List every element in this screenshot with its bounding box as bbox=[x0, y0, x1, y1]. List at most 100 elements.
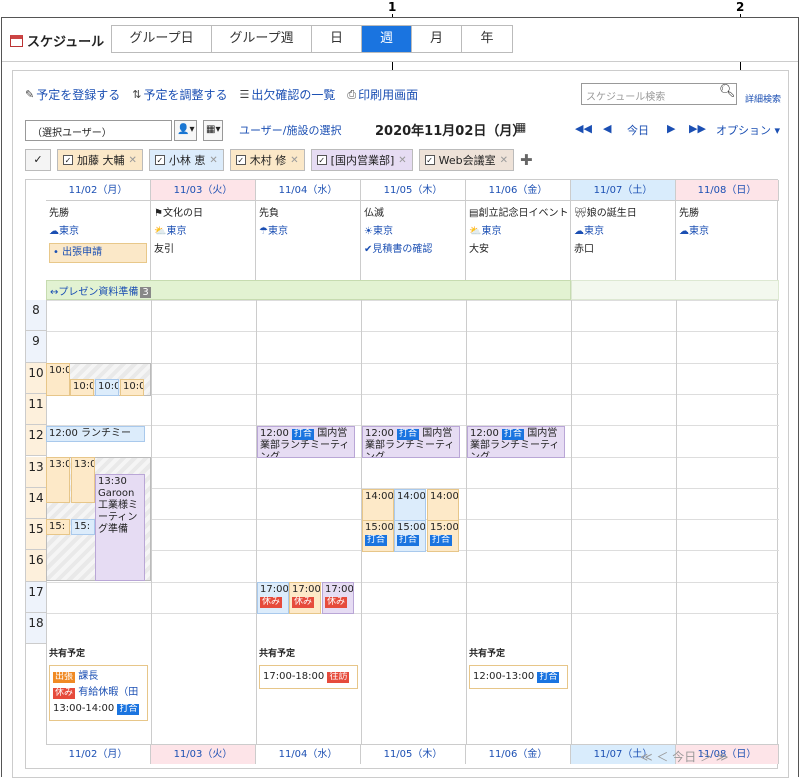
event-dept-lunch[interactable]: 12:00 打合 国内営業部ランチミーティング bbox=[257, 426, 355, 458]
rokuyo-label: 仏滅 bbox=[364, 208, 384, 219]
shared-box[interactable]: 出張 課長 休み 有給休暇（田 13:00-14:00 打合 bbox=[49, 665, 148, 721]
search-icon[interactable]: 🔍︎ bbox=[719, 84, 736, 99]
tab-day[interactable]: 日 bbox=[312, 26, 362, 52]
checkbox-icon[interactable]: ✓ bbox=[63, 155, 73, 165]
attendance-link[interactable]: ☰ 出欠確認の一覧 bbox=[239, 86, 335, 103]
tab-year[interactable]: 年 bbox=[462, 26, 512, 52]
shared-box[interactable]: 12:00-13:00 打合 bbox=[469, 665, 568, 689]
checkbox-icon[interactable]: ✓ bbox=[316, 155, 327, 165]
event-block[interactable]: 14:00 bbox=[427, 489, 459, 521]
event-lunch[interactable]: 12:00 ランチミー bbox=[46, 426, 145, 442]
app-frame: スケジュール グループ日 グループ週 日 週 月 年 ✎ 予定を登録する ⇅ 予定を… bbox=[1, 17, 799, 778]
anniversary-entry: 🎀︎娘の誕生日 bbox=[574, 208, 637, 219]
next-day-icon[interactable]: ▶ bbox=[667, 122, 675, 135]
chip-user-3[interactable]: ✓ 木村 修 ✕ bbox=[229, 149, 305, 171]
day-header[interactable]: 11/08（日） bbox=[676, 180, 779, 201]
day-header[interactable]: 11/05（木） bbox=[361, 180, 466, 201]
tab-group-day[interactable]: グループ日 bbox=[112, 26, 212, 52]
event-block[interactable]: 13:00 bbox=[46, 457, 70, 503]
close-icon[interactable]: ✕ bbox=[209, 155, 217, 166]
shared-box[interactable]: 17:00-18:00 往訪 bbox=[259, 665, 358, 689]
day-footer[interactable]: 11/03（火） bbox=[151, 744, 256, 764]
edit-icon: ✎ bbox=[25, 88, 35, 101]
adjust-icon: ⇅ bbox=[132, 88, 142, 101]
pager[interactable]: ≪ ＜ 今日 ＞ ≫ bbox=[640, 748, 728, 765]
tab-week[interactable]: 週 bbox=[362, 26, 412, 52]
event-block[interactable]: 15: bbox=[71, 519, 95, 535]
allday-cell[interactable]: 仏滅 ☀東京 ✔見積書の確認 bbox=[361, 201, 466, 280]
day-header[interactable]: 11/07（土） bbox=[571, 180, 676, 201]
day-footer[interactable]: 11/04（水） bbox=[256, 744, 361, 764]
check-all-button[interactable]: ✓ bbox=[25, 149, 51, 171]
day-header[interactable]: 11/06（金） bbox=[466, 180, 571, 201]
checkbox-icon[interactable]: ✓ bbox=[235, 155, 246, 165]
multi-day-event[interactable]: ↔プレゼン資料準備 3 bbox=[46, 280, 571, 300]
close-icon[interactable]: ✕ bbox=[398, 155, 406, 166]
chip-facility[interactable]: ✓ Web会議室 ✕ bbox=[418, 149, 515, 171]
action-toolbar: ✎ 予定を登録する ⇅ 予定を調整する ☰ 出欠確認の一覧 ⎙ 印刷用画面 bbox=[25, 86, 418, 103]
event-block[interactable]: 13:00 bbox=[71, 457, 95, 503]
event-dept-lunch[interactable]: 12:00 打合 国内営業部ランチミーティング bbox=[467, 426, 565, 458]
event-estimate[interactable]: ✔見積書の確認 bbox=[364, 241, 462, 259]
allday-cell[interactable]: 先勝 ☁東京 bbox=[676, 201, 779, 280]
close-icon[interactable]: ✕ bbox=[290, 155, 298, 166]
print-link[interactable]: ⎙ 印刷用画面 bbox=[347, 86, 418, 103]
register-link[interactable]: ✎ 予定を登録する bbox=[25, 86, 120, 103]
tab-month[interactable]: 月 bbox=[412, 26, 462, 52]
event-block[interactable]: 15: bbox=[46, 519, 70, 535]
event-block[interactable]: 15:00 打合 bbox=[427, 520, 459, 552]
event-block[interactable]: 15:00 打合 bbox=[362, 520, 394, 552]
rokuyo-label: 赤口 bbox=[574, 244, 594, 255]
event-block[interactable]: 10:00 bbox=[70, 379, 94, 396]
today-button[interactable]: 今日 bbox=[627, 122, 649, 138]
weather-entry: ☁東京 bbox=[574, 226, 604, 237]
user-picker-icon[interactable]: 👤▾ bbox=[174, 120, 198, 141]
event-aroon-prep[interactable]: 13:30 Garoon工業様ミーティング準備 bbox=[95, 474, 145, 581]
hour-line bbox=[46, 331, 779, 333]
event-block[interactable]: 10:00 bbox=[120, 379, 144, 396]
event-block[interactable]: 15:00 打合 bbox=[394, 520, 426, 552]
prev-day-icon[interactable]: ◀ bbox=[603, 122, 611, 135]
event-block[interactable]: 10:00 bbox=[46, 363, 70, 396]
detail-search-link[interactable]: 詳細検索 bbox=[745, 92, 781, 105]
close-icon[interactable]: ✕ bbox=[500, 155, 508, 166]
adjust-link[interactable]: ⇅ 予定を調整する bbox=[132, 86, 227, 103]
event-block[interactable]: 17:00 休み bbox=[289, 582, 321, 614]
day-header[interactable]: 11/03（火） bbox=[151, 180, 256, 201]
hour-label: 15 bbox=[26, 519, 46, 551]
facility-picker-icon[interactable]: ▦▾ bbox=[203, 120, 224, 141]
checkbox-icon[interactable]: ✓ bbox=[424, 155, 435, 165]
prev-week-icon[interactable]: ◀◀ bbox=[575, 122, 592, 135]
day-footer[interactable]: 11/02（月） bbox=[46, 744, 151, 764]
chip-user-2[interactable]: ✓ 小林 恵 ✕ bbox=[148, 149, 224, 171]
allday-cell[interactable]: ⚑文化の日 ⛅東京 友引 bbox=[151, 201, 256, 280]
close-icon[interactable]: ✕ bbox=[129, 155, 137, 166]
schedule-search-input[interactable]: スケジュール検索 bbox=[581, 83, 737, 105]
checkbox-icon[interactable]: ✓ bbox=[154, 155, 165, 165]
weather-entry: ☂東京 bbox=[259, 226, 288, 237]
calendar-picker-icon[interactable]: ▦ bbox=[515, 120, 526, 134]
allday-cell[interactable]: 先負 ☂東京 bbox=[256, 201, 361, 280]
event-block[interactable]: 17:00 休み bbox=[257, 582, 289, 614]
event-block[interactable]: 10:00 bbox=[95, 379, 119, 396]
event-dept-lunch[interactable]: 12:00 打合 国内営業部ランチミーティング bbox=[362, 426, 460, 458]
event-block[interactable]: 14:00 bbox=[394, 489, 426, 521]
chip-org[interactable]: ✓ [国内営業部] ✕ bbox=[310, 149, 413, 171]
event-block[interactable]: 14:00 bbox=[362, 489, 394, 521]
add-icon[interactable]: ✚ bbox=[520, 151, 533, 169]
allday-cell[interactable]: ▤創立記念日イベント ⛅東京 大安 bbox=[466, 201, 571, 280]
event-trip-request[interactable]: • 出張申請 bbox=[49, 243, 147, 263]
day-footer[interactable]: 11/06（金） bbox=[466, 744, 571, 764]
allday-cell[interactable]: 先勝 ☁東京 • 出張申請 bbox=[46, 201, 151, 280]
user-facility-select-link[interactable]: ユーザー/施設の選択 bbox=[239, 122, 342, 138]
allday-cell[interactable]: 🎀︎娘の誕生日 ☁東京 赤口 bbox=[571, 201, 676, 280]
event-block[interactable]: 17:00 休み bbox=[322, 582, 354, 614]
option-menu[interactable]: オプション ▾ bbox=[716, 122, 780, 138]
chip-user-1[interactable]: ✓ 加藤 大輔 ✕ bbox=[57, 149, 143, 171]
user-select-dropdown[interactable]: （選択ユーザー） bbox=[25, 120, 172, 141]
tab-group-week[interactable]: グループ週 bbox=[212, 26, 312, 52]
day-footer[interactable]: 11/05（木） bbox=[361, 744, 466, 764]
day-header[interactable]: 11/04（水） bbox=[256, 180, 361, 201]
next-week-icon[interactable]: ▶▶ bbox=[689, 122, 706, 135]
day-header[interactable]: 11/02（月） bbox=[46, 180, 151, 201]
